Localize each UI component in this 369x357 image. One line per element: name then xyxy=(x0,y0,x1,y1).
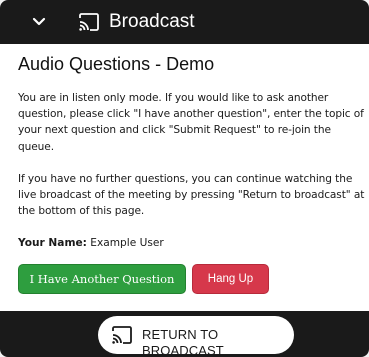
header-title: Broadcast xyxy=(109,11,195,32)
your-name-value: Example User xyxy=(90,237,164,250)
chevron-down-icon[interactable] xyxy=(30,13,48,31)
main-content: Audio Questions - Demo You are in listen… xyxy=(18,52,368,295)
cast-icon xyxy=(79,13,99,31)
hang-up-button[interactable]: Hang Up xyxy=(192,264,269,295)
broadcast-panel: Broadcast Audio Questions - Demo You are… xyxy=(0,0,369,357)
your-name-line: Your Name: Example User xyxy=(18,235,368,251)
return-info-paragraph: If you have no further questions, you ca… xyxy=(18,172,365,218)
return-to-broadcast-button[interactable]: RETURN TO BROADCAST xyxy=(98,316,294,357)
action-buttons: I Have Another Question Hang Up xyxy=(18,264,368,295)
instructions-paragraph: You are in listen only mode. If you woul… xyxy=(18,92,364,153)
return-to-broadcast-label: RETURN TO BROADCAST xyxy=(142,327,224,357)
another-question-button[interactable]: I Have Another Question xyxy=(18,264,186,295)
broadcast-header[interactable]: Broadcast xyxy=(0,0,369,44)
footer-bar: RETURN TO BROADCAST xyxy=(0,311,369,357)
your-name-label: Your Name: xyxy=(18,237,87,250)
cast-icon xyxy=(112,326,132,344)
page-title: Audio Questions - Demo xyxy=(18,54,215,74)
